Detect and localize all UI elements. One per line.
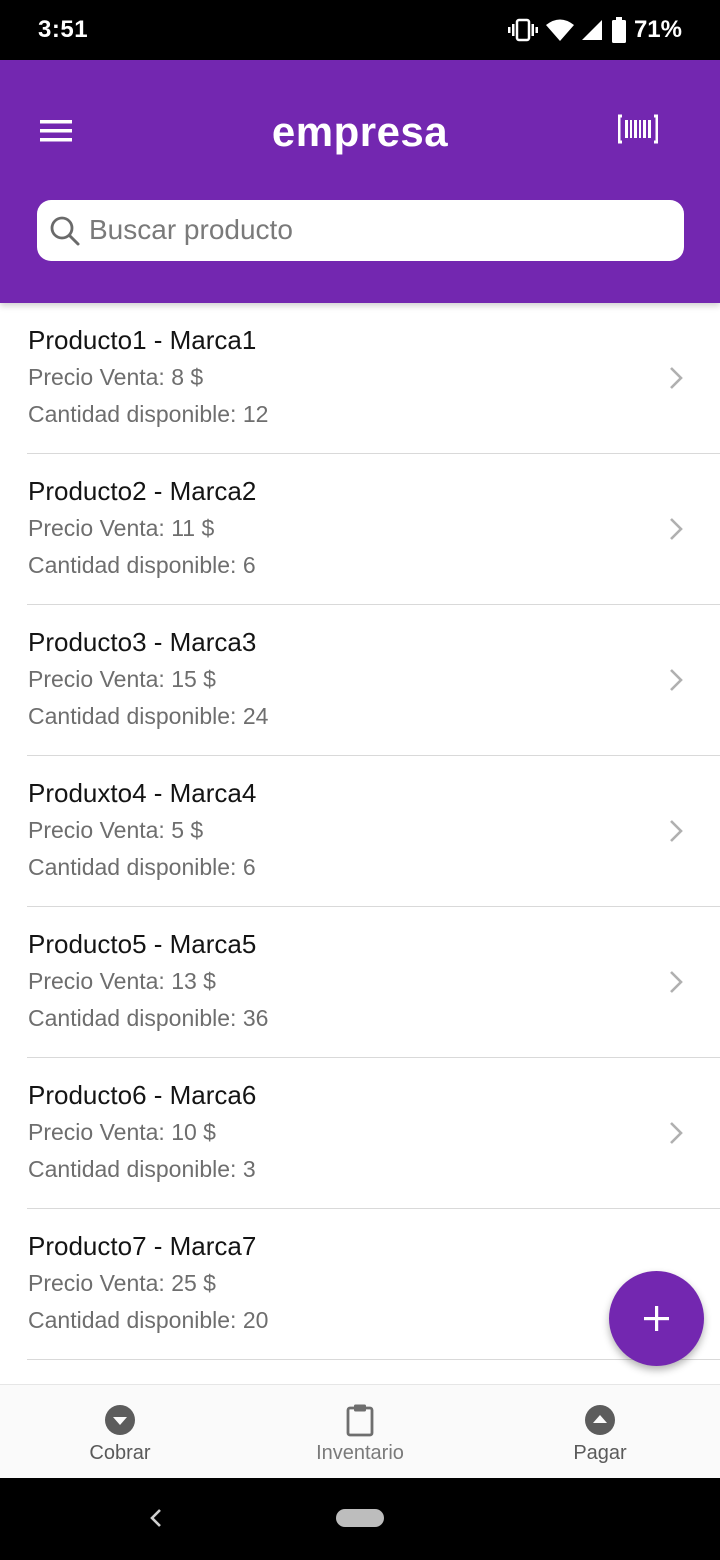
product-name: Producto6 - Marca6 — [28, 1080, 257, 1110]
search-icon — [50, 216, 80, 246]
system-navigation-bar — [0, 1478, 720, 1560]
add-product-button[interactable] — [609, 1271, 704, 1366]
product-list: Producto1 - Marca1 Precio Venta: 8 $ Can… — [0, 303, 720, 1384]
status-icons: 71% — [507, 14, 682, 46]
wifi-icon — [545, 19, 574, 41]
app-title: empresa — [271, 108, 449, 155]
arrow-up-circle-icon — [585, 1405, 615, 1435]
barcode-icon — [617, 114, 659, 144]
back-chevron-icon[interactable] — [146, 1504, 166, 1532]
product-price: Precio Venta: 15 $ — [28, 666, 216, 692]
search-input[interactable] — [89, 208, 669, 252]
product-quantity: Cantidad disponible: 6 — [28, 854, 256, 880]
clipboard-icon — [346, 1404, 374, 1437]
product-name: Producto2 - Marca2 — [28, 476, 257, 506]
app-bar: empresa — [0, 60, 720, 303]
status-time: 3:51 — [38, 16, 89, 43]
list-item[interactable]: Producto2 - Marca2 Precio Venta: 11 $ Ca… — [0, 454, 720, 605]
home-pill-button[interactable] — [336, 1509, 384, 1527]
chevron-right-icon — [670, 971, 683, 993]
product-quantity: Cantidad disponible: 6 — [28, 552, 256, 578]
nav-item-cobrar[interactable]: Cobrar — [0, 1385, 240, 1478]
status-bar: 3:51 71% — [0, 0, 720, 60]
product-quantity: Cantidad disponible: 3 — [28, 1156, 256, 1182]
chevron-right-icon — [670, 669, 683, 691]
battery-icon — [611, 17, 626, 43]
product-price: Precio Venta: 13 $ — [28, 968, 216, 994]
plus-icon — [644, 1306, 669, 1331]
product-quantity: Cantidad disponible: 36 — [28, 1005, 269, 1031]
nav-item-pagar[interactable]: Pagar — [480, 1385, 720, 1478]
product-price: Precio Venta: 10 $ — [28, 1119, 216, 1145]
barcode-scan-button[interactable] — [617, 112, 659, 148]
chevron-right-icon — [670, 518, 683, 540]
list-item[interactable]: Produxto4 - Marca4 Precio Venta: 5 $ Can… — [0, 756, 720, 907]
product-name: Producto1 - Marca1 — [28, 325, 257, 355]
bottom-navigation: Cobrar Inventario Pagar — [0, 1384, 720, 1478]
product-quantity: Cantidad disponible: 12 — [28, 401, 269, 427]
nav-label: Inventario — [316, 1442, 404, 1464]
list-item[interactable]: Producto5 - Marca5 Precio Venta: 13 $ Ca… — [0, 907, 720, 1058]
list-item[interactable]: Producto1 - Marca1 Precio Venta: 8 $ Can… — [0, 303, 720, 454]
arrow-down-circle-icon — [105, 1405, 135, 1435]
chevron-right-icon — [670, 820, 683, 842]
product-quantity: Cantidad disponible: 24 — [28, 703, 269, 729]
nav-label: Pagar — [573, 1442, 627, 1464]
list-item[interactable]: Producto3 - Marca3 Precio Venta: 15 $ Ca… — [0, 605, 720, 756]
product-price: Precio Venta: 11 $ — [28, 515, 215, 541]
product-price: Precio Venta: 5 $ — [28, 817, 204, 843]
product-name: Producto5 - Marca5 — [28, 929, 257, 959]
nav-item-inventario[interactable]: Inventario — [240, 1385, 480, 1478]
chevron-right-icon — [670, 367, 683, 389]
product-name: Produxto4 - Marca4 — [28, 778, 257, 808]
product-name: Producto3 - Marca3 — [28, 627, 257, 657]
product-quantity: Cantidad disponible: 20 — [28, 1307, 269, 1333]
vibrate-icon — [507, 18, 538, 42]
chevron-right-icon — [670, 1122, 683, 1144]
product-price: Precio Venta: 8 $ — [28, 364, 204, 390]
search-box[interactable] — [37, 200, 684, 261]
product-name: Producto7 - Marca7 — [28, 1231, 257, 1261]
product-price: Precio Venta: 25 $ — [28, 1270, 216, 1296]
list-item[interactable]: Producto6 - Marca6 Precio Venta: 10 $ Ca… — [0, 1058, 720, 1209]
nav-label: Cobrar — [89, 1442, 151, 1464]
signal-icon — [581, 20, 602, 40]
battery-percent: 71% — [633, 16, 682, 43]
